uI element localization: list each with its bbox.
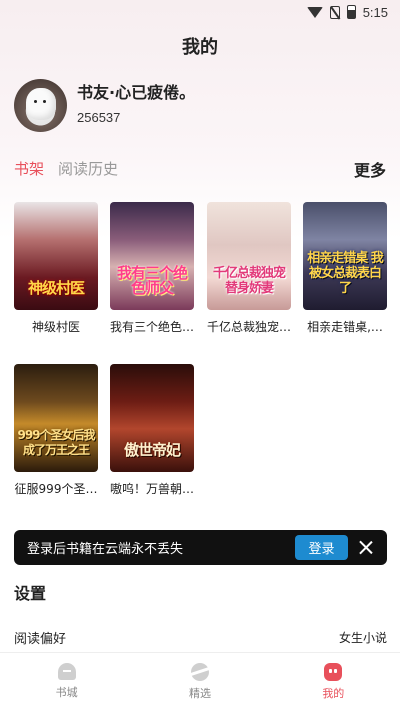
shelf-tabs: 书架 阅读历史 [14, 158, 118, 179]
home-icon [57, 663, 76, 680]
cover-title: 相亲走错桌 我被女总裁表白了 [307, 251, 384, 296]
tab-reading-history[interactable]: 阅读历史 [58, 158, 118, 179]
book-item[interactable]: 神级村医 神级村医 [14, 202, 98, 335]
book-title: 千亿总裁独宠… [207, 320, 291, 334]
status-time: 5:15 [362, 4, 388, 20]
wifi-icon [306, 6, 323, 18]
book-cover[interactable]: 千亿总裁独宠替身娇妻 [207, 202, 291, 310]
book-cover[interactable]: 相亲走错桌 我被女总裁表白了 [303, 202, 387, 310]
book-title: 相亲走错桌,… [307, 320, 383, 334]
book-title: 我有三个绝色… [110, 320, 194, 334]
user-id: 256537 [77, 110, 121, 125]
nav-label: 我的 [322, 687, 345, 700]
planet-icon [190, 663, 209, 681]
book-cover[interactable]: 我有三个绝色师父 [110, 202, 194, 310]
cover-title: 我有三个绝色师父 [116, 264, 188, 297]
nav-label: 精选 [188, 687, 211, 700]
book-item[interactable]: 千亿总裁独宠替身娇妻 千亿总裁独宠… [207, 202, 291, 335]
close-icon[interactable] [358, 540, 373, 555]
cover-title: 999个圣女后我成了万王之王 [17, 428, 95, 457]
settings-title: 设置 [14, 584, 47, 603]
login-banner-text: 登录后书籍在云端永不丢失 [27, 542, 184, 557]
cover-title: 神级村医 [27, 279, 85, 297]
mine-icon [324, 663, 343, 681]
book-title: 神级村医 [31, 320, 80, 334]
book-item[interactable]: 我有三个绝色师父 我有三个绝色… [110, 202, 194, 335]
reading-preference-label: 阅读偏好 [14, 632, 67, 647]
reading-preference-row[interactable]: 阅读偏好 女生小说 [14, 628, 387, 647]
nav-item-bookstore[interactable]: 书城 [27, 663, 107, 700]
book-cover[interactable]: 999个圣女后我成了万王之王 [14, 364, 98, 472]
login-button[interactable]: 登录 [295, 535, 348, 560]
avatar[interactable] [14, 79, 67, 132]
username[interactable]: 书友·心已疲倦。 [77, 79, 195, 103]
nav-label: 书城 [55, 686, 78, 699]
page-title: 我的 [182, 37, 218, 58]
book-title: 嗷呜！万兽朝… [110, 482, 194, 496]
cover-title: 傲世帝妃 [123, 441, 181, 459]
more-link[interactable]: 更多 [354, 157, 386, 181]
book-item[interactable]: 傲世帝妃 嗷呜！万兽朝… [110, 364, 194, 497]
cover-title: 千亿总裁独宠替身娇妻 [212, 266, 286, 296]
bottom-nav: 书城 精选 我的 [0, 652, 400, 712]
nav-item-mine[interactable]: 我的 [293, 663, 373, 701]
tab-bookshelf[interactable]: 书架 [14, 158, 44, 179]
book-cover[interactable]: 傲世帝妃 [110, 364, 194, 472]
nav-item-featured[interactable]: 精选 [160, 663, 240, 701]
book-item[interactable]: 999个圣女后我成了万王之王 征服999个圣… [14, 364, 98, 497]
status-bar: 5:15 [0, 0, 400, 24]
no-sim-icon [329, 5, 340, 19]
book-item[interactable]: 相亲走错桌 我被女总裁表白了 相亲走错桌,… [303, 202, 387, 335]
book-cover[interactable]: 神级村医 [14, 202, 98, 310]
dog-avatar-image [26, 88, 56, 120]
reading-preference-value[interactable]: 女生小说 [339, 629, 387, 646]
battery-icon [346, 5, 356, 19]
book-title: 征服999个圣… [14, 482, 98, 496]
login-banner: 登录后书籍在云端永不丢失 登录 [14, 530, 387, 565]
